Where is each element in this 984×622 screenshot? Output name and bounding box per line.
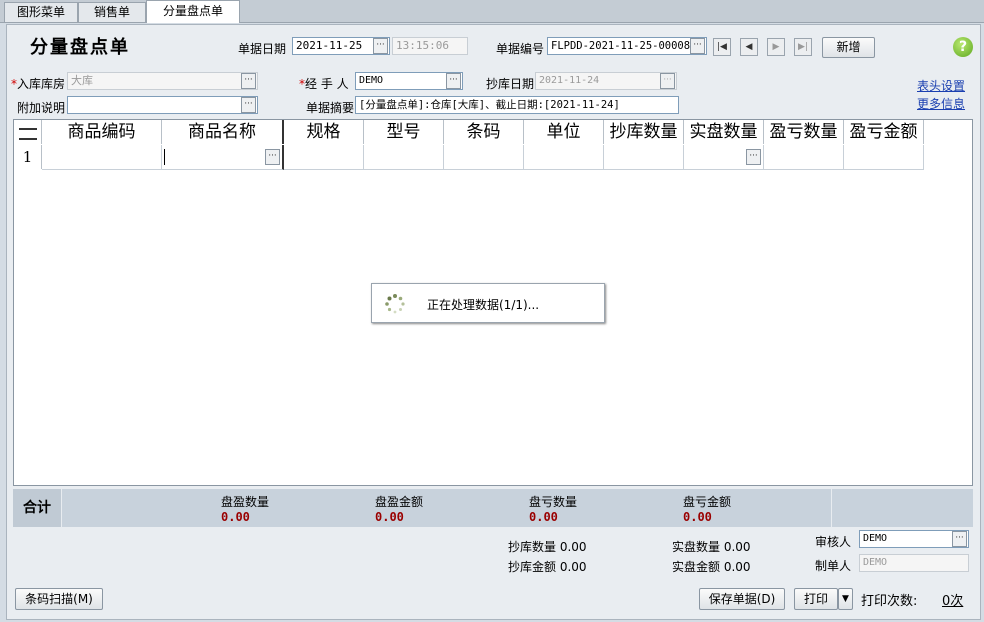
copy-amt-stat: 抄库金额 0.00: [508, 560, 587, 574]
warehouse-field[interactable]: 大库: [67, 72, 258, 90]
help-icon[interactable]: ?: [953, 37, 973, 57]
next-record-icon[interactable]: ▶: [767, 38, 785, 56]
new-button[interactable]: 新增: [822, 37, 875, 58]
remark-label: 附加说明: [17, 101, 66, 115]
total-item: 盘亏数量 0.00: [529, 493, 577, 524]
actual-qty-picker-button[interactable]: ···: [746, 149, 761, 165]
print-count-label: 打印次数:: [861, 594, 918, 609]
table-cell[interactable]: [524, 145, 604, 170]
table-cell[interactable]: [604, 145, 684, 170]
time-field[interactable]: 13:15:06: [392, 37, 468, 55]
column-header[interactable]: 单位: [524, 120, 604, 144]
date-label: 单据日期: [238, 42, 287, 56]
row-number: 1: [14, 145, 42, 169]
copy-date-picker-button[interactable]: ···: [660, 73, 675, 89]
column-header[interactable]: 抄库数量: [604, 120, 684, 144]
number-picker-button[interactable]: ···: [690, 38, 705, 54]
total-item-label: 盘亏金额: [683, 495, 732, 509]
creator-label: 制单人: [815, 559, 852, 573]
summary-field[interactable]: [分量盘点单]:仓库[大库]、截止日期:[2021-11-24]: [355, 96, 679, 114]
totals-bar: 合计 盘盈数量 0.00 盘盈金额 0.00 盘亏数量 0.00 盘亏金额 0.…: [13, 489, 973, 527]
table-cell[interactable]: [764, 145, 844, 170]
prev-record-icon[interactable]: ◀: [740, 38, 758, 56]
table-cell[interactable]: ···: [684, 145, 764, 170]
total-item-value: 0.00: [683, 510, 712, 524]
date-picker-button[interactable]: ···: [373, 38, 388, 54]
total-item-label: 盘盈数量: [221, 495, 270, 509]
product-picker-button[interactable]: ···: [265, 149, 280, 165]
loading-spinner-icon: [385, 294, 405, 314]
barcode-scan-button[interactable]: 条码扫描(M): [15, 588, 103, 610]
table-cell[interactable]: [844, 145, 924, 170]
total-item-value: 0.00: [221, 510, 250, 524]
summary-label: 单据摘要: [306, 101, 355, 115]
last-record-icon[interactable]: ▶|: [794, 38, 812, 56]
more-info-link[interactable]: 更多信息: [917, 95, 965, 112]
creator-field[interactable]: DEMO: [859, 554, 969, 572]
print-count-link[interactable]: 0次: [942, 590, 963, 609]
handler-label: *经 手 人: [299, 77, 349, 91]
table-cell[interactable]: [364, 145, 444, 170]
loading-dialog: 正在处理数据(1/1)...: [371, 283, 605, 323]
total-item-value: 0.00: [375, 510, 404, 524]
handler-picker-button[interactable]: ···: [446, 73, 461, 89]
print-button[interactable]: 打印: [794, 588, 838, 610]
save-button[interactable]: 保存单据(D): [699, 588, 785, 610]
tab-bar: 图形菜单 销售单 分量盘点单: [0, 0, 984, 23]
first-record-icon[interactable]: |◀: [713, 38, 731, 56]
reviewer-picker-button[interactable]: ···: [952, 531, 967, 547]
reviewer-label: 审核人: [815, 535, 852, 549]
print-dropdown-icon[interactable]: ▼: [838, 588, 853, 610]
table-cell[interactable]: ···: [162, 145, 284, 170]
actual-qty-stat: 实盘数量 0.00: [672, 540, 751, 554]
column-header[interactable]: 条码: [444, 120, 524, 144]
total-item: 盘盈数量 0.00: [221, 493, 269, 524]
table-cell[interactable]: [42, 145, 162, 170]
remark-field[interactable]: [67, 96, 258, 114]
total-item: 盘盈金额 0.00: [375, 493, 423, 524]
table-cell[interactable]: [284, 145, 364, 170]
actual-amt-stat: 实盘金额 0.00: [672, 560, 751, 574]
warehouse-label: *入库库房: [11, 77, 66, 91]
column-header[interactable]: 盈亏金额: [844, 120, 924, 144]
text-cursor: [164, 149, 165, 165]
tab-stock-count[interactable]: 分量盘点单: [146, 0, 240, 23]
total-item-label: 盘亏数量: [529, 495, 578, 509]
page-title: 分量盘点单: [30, 37, 130, 58]
column-header[interactable]: 规格: [284, 120, 364, 144]
tab-sales-order[interactable]: 销售单: [78, 2, 146, 22]
column-header[interactable]: 盈亏数量: [764, 120, 844, 144]
header-settings-link[interactable]: 表头设置: [917, 77, 965, 94]
copy-date-label: 抄库日期: [486, 77, 535, 91]
tab-graphic-menu[interactable]: 图形菜单: [4, 2, 78, 22]
column-header[interactable]: 商品编码: [42, 120, 162, 144]
column-header[interactable]: 实盘数量: [684, 120, 764, 144]
copy-qty-stat: 抄库数量 0.00: [508, 540, 587, 554]
total-item-value: 0.00: [529, 510, 558, 524]
divider: [831, 489, 832, 527]
totals-label: 合计: [13, 489, 62, 527]
column-header[interactable]: 型号: [364, 120, 444, 144]
table-cell[interactable]: [444, 145, 524, 170]
remark-picker-button[interactable]: ···: [241, 97, 256, 113]
column-header[interactable]: 商品名称: [162, 120, 284, 144]
loading-text: 正在处理数据(1/1)...: [427, 298, 540, 312]
menu-icon[interactable]: [19, 128, 37, 140]
row-header-corner: [14, 120, 42, 144]
number-field[interactable]: FLPDD-2021-11-25-00008: [547, 37, 707, 55]
warehouse-picker-button[interactable]: ···: [241, 73, 256, 89]
total-item-label: 盘盈金额: [375, 495, 424, 509]
number-label: 单据编号: [496, 42, 545, 56]
copy-date-field[interactable]: 2021-11-24: [535, 72, 677, 90]
total-item: 盘亏金额 0.00: [683, 493, 731, 524]
